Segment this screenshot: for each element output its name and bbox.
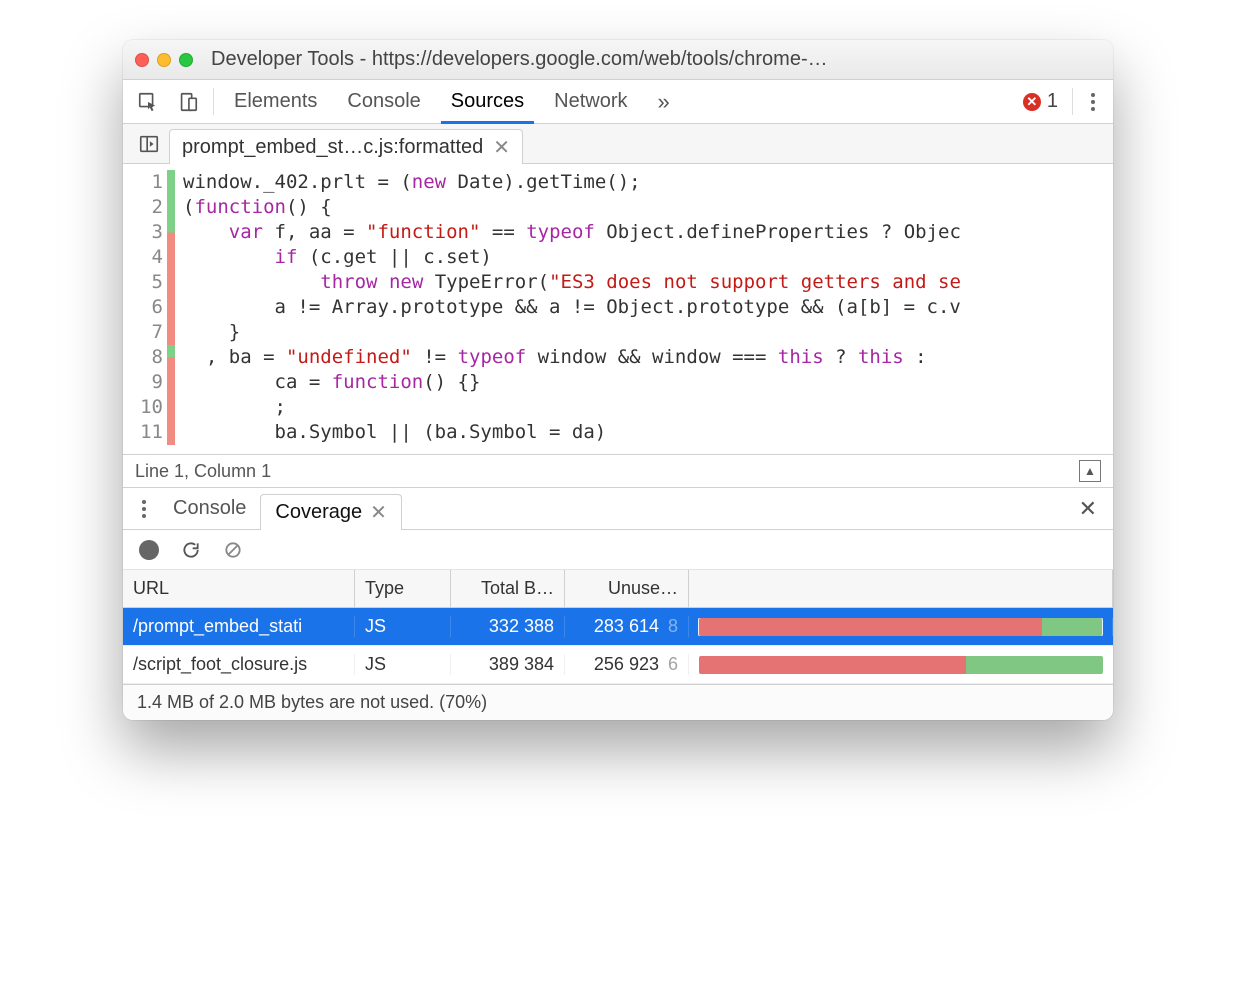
coverage-marker [167, 420, 175, 445]
toggle-drawer-icon[interactable]: ▲ [1079, 460, 1101, 482]
clear-icon[interactable] [223, 540, 243, 560]
coverage-row-total: 332 388 [451, 616, 565, 637]
coverage-summary: 1.4 MB of 2.0 MB bytes are not used. (70… [123, 684, 1113, 720]
coverage-marker [167, 395, 175, 420]
col-total-bytes[interactable]: Total B… [451, 570, 565, 607]
coverage-row-type: JS [355, 616, 451, 637]
line-number: 5 [123, 270, 163, 295]
col-type[interactable]: Type [355, 570, 451, 607]
coverage-row-type: JS [355, 654, 451, 675]
code-editor[interactable]: 1234567891011 window._402.prlt = (new Da… [123, 164, 1113, 454]
editor-status-bar: Line 1, Column 1 ▲ [123, 454, 1113, 488]
main-toolbar: Elements Console Sources Network » ✕ 1 [123, 80, 1113, 124]
line-number-gutter: 1234567891011 [123, 164, 167, 454]
close-drawer-icon[interactable]: ✕ [1069, 488, 1107, 529]
coverage-marker [167, 320, 175, 345]
line-number: 9 [123, 370, 163, 395]
inspect-element-icon[interactable] [129, 80, 167, 123]
code-lines: window._402.prlt = (new Date).getTime();… [175, 164, 961, 454]
coverage-row-unused: 256 923 6 [565, 654, 689, 675]
close-coverage-tab-icon[interactable]: ✕ [370, 500, 387, 525]
sources-tabbar: prompt_embed_st…c.js:formatted ✕ [123, 124, 1113, 164]
code-line: a != Array.prototype && a != Object.prot… [183, 295, 961, 320]
line-number: 3 [123, 220, 163, 245]
coverage-row-url: /script_foot_closure.js [123, 654, 355, 675]
line-number: 2 [123, 195, 163, 220]
drawer-menu-icon[interactable] [129, 488, 159, 529]
coverage-marker [167, 270, 175, 295]
record-button-icon[interactable] [139, 540, 159, 560]
titlebar: Developer Tools - https://developers.goo… [123, 40, 1113, 80]
code-line: throw new TypeError("ES3 does not suppor… [183, 270, 961, 295]
coverage-marker [167, 195, 175, 220]
code-line: window._402.prlt = (new Date).getTime(); [183, 170, 961, 195]
line-number: 7 [123, 320, 163, 345]
coverage-row[interactable]: /prompt_embed_statiJS332 388283 614 8 [123, 608, 1113, 646]
file-tab-label: prompt_embed_st…c.js:formatted [182, 136, 483, 159]
window-close-button[interactable] [135, 53, 149, 67]
line-number: 8 [123, 345, 163, 370]
traffic-lights [135, 53, 193, 67]
col-unused-bytes[interactable]: Unuse… [565, 570, 689, 607]
coverage-marker [167, 295, 175, 320]
window-minimize-button[interactable] [157, 53, 171, 67]
code-line: } [183, 320, 961, 345]
drawer-tabbar: Console Coverage ✕ ✕ [123, 488, 1113, 530]
device-toolbar-icon[interactable] [169, 80, 207, 123]
navigator-toggle-icon[interactable] [129, 124, 169, 163]
tab-sources[interactable]: Sources [437, 80, 538, 123]
coverage-gutter [167, 164, 175, 454]
coverage-row-bar [689, 656, 1113, 674]
file-tab[interactable]: prompt_embed_st…c.js:formatted ✕ [169, 129, 523, 164]
line-number: 1 [123, 170, 163, 195]
drawer-tab-coverage-label: Coverage [275, 501, 362, 524]
coverage-row-total: 389 384 [451, 654, 565, 675]
close-file-tab-icon[interactable]: ✕ [493, 135, 510, 160]
coverage-row-unused: 283 614 8 [565, 616, 689, 637]
coverage-marker [167, 245, 175, 270]
line-number: 11 [123, 420, 163, 445]
coverage-table-header: URL Type Total B… Unuse… [123, 570, 1113, 608]
drawer-tab-console[interactable]: Console [159, 488, 260, 529]
line-number: 10 [123, 395, 163, 420]
tab-network[interactable]: Network [540, 80, 641, 123]
coverage-row-bar [689, 618, 1113, 636]
reload-icon[interactable] [181, 540, 201, 560]
code-line: ca = function() {} [183, 370, 961, 395]
error-icon: ✕ [1023, 93, 1041, 111]
code-line: ba.Symbol || (ba.Symbol = da) [183, 420, 961, 445]
tab-console[interactable]: Console [333, 80, 434, 123]
col-url[interactable]: URL [123, 570, 355, 607]
drawer-tab-coverage[interactable]: Coverage ✕ [260, 494, 401, 530]
line-number: 6 [123, 295, 163, 320]
code-line: var f, aa = "function" == typeof Object.… [183, 220, 961, 245]
code-line: (function() { [183, 195, 961, 220]
window-zoom-button[interactable] [179, 53, 193, 67]
line-number: 4 [123, 245, 163, 270]
coverage-marker [167, 220, 175, 245]
tabs-overflow-button[interactable]: » [644, 80, 684, 123]
devtools-window: Developer Tools - https://developers.goo… [123, 40, 1113, 720]
coverage-row[interactable]: /script_foot_closure.jsJS389 384256 923 … [123, 646, 1113, 684]
code-line: ; [183, 395, 961, 420]
cursor-position: Line 1, Column 1 [135, 461, 271, 482]
settings-menu-icon[interactable] [1079, 80, 1107, 123]
error-count: 1 [1047, 90, 1058, 113]
coverage-table-body: /prompt_embed_statiJS332 388283 614 8/sc… [123, 608, 1113, 684]
coverage-toolbar [123, 530, 1113, 570]
coverage-row-url: /prompt_embed_stati [123, 616, 355, 637]
code-line: , ba = "undefined" != typeof window && w… [183, 345, 961, 370]
window-title: Developer Tools - https://developers.goo… [211, 48, 1101, 71]
col-visualization[interactable] [689, 570, 1113, 607]
coverage-marker [167, 370, 175, 395]
error-indicator[interactable]: ✕ 1 [1015, 80, 1066, 123]
code-line: if (c.get || c.set) [183, 245, 961, 270]
coverage-marker [167, 170, 175, 195]
tab-elements[interactable]: Elements [220, 80, 331, 123]
coverage-marker [167, 345, 175, 370]
